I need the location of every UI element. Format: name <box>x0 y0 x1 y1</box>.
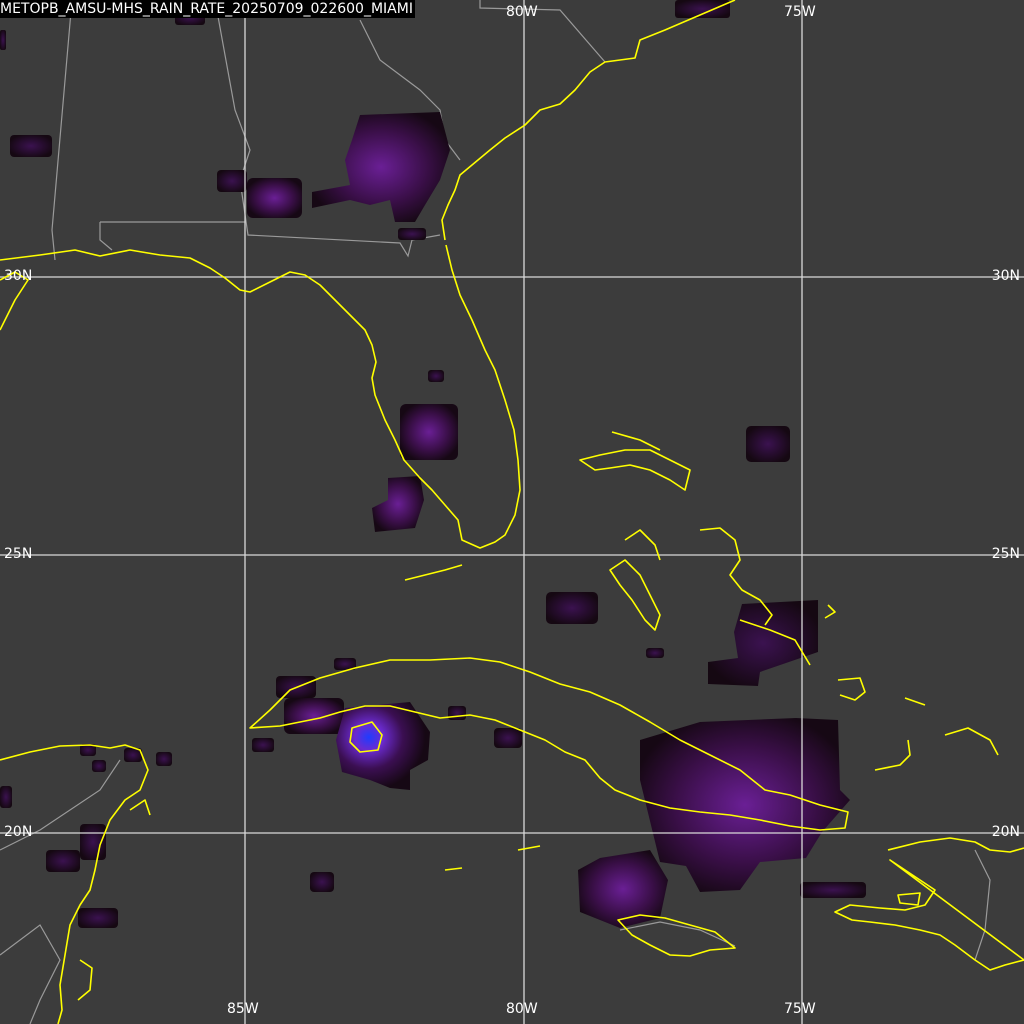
lat-label-left-20n: 20N <box>4 824 33 840</box>
lat-label-left-25n: 25N <box>4 546 33 562</box>
map-background <box>0 0 1024 1024</box>
lon-label-top-80w: 80W <box>506 4 538 20</box>
rain-rate-map <box>0 0 1024 1024</box>
product-title: METOPB_AMSU-MHS_RAIN_RATE_20250709_02260… <box>0 0 415 18</box>
lon-label-bottom-75w: 75W <box>784 1001 816 1017</box>
lat-label-right-20n: 20N <box>991 824 1020 840</box>
lat-label-right-25n: 25N <box>991 546 1020 562</box>
lon-label-bottom-85w: 85W <box>227 1001 259 1017</box>
lat-label-left-30n: 30N <box>4 268 33 284</box>
lat-label-right-30n: 30N <box>991 268 1020 284</box>
lon-label-bottom-80w: 80W <box>506 1001 538 1017</box>
lon-label-top-75w: 75W <box>784 4 816 20</box>
